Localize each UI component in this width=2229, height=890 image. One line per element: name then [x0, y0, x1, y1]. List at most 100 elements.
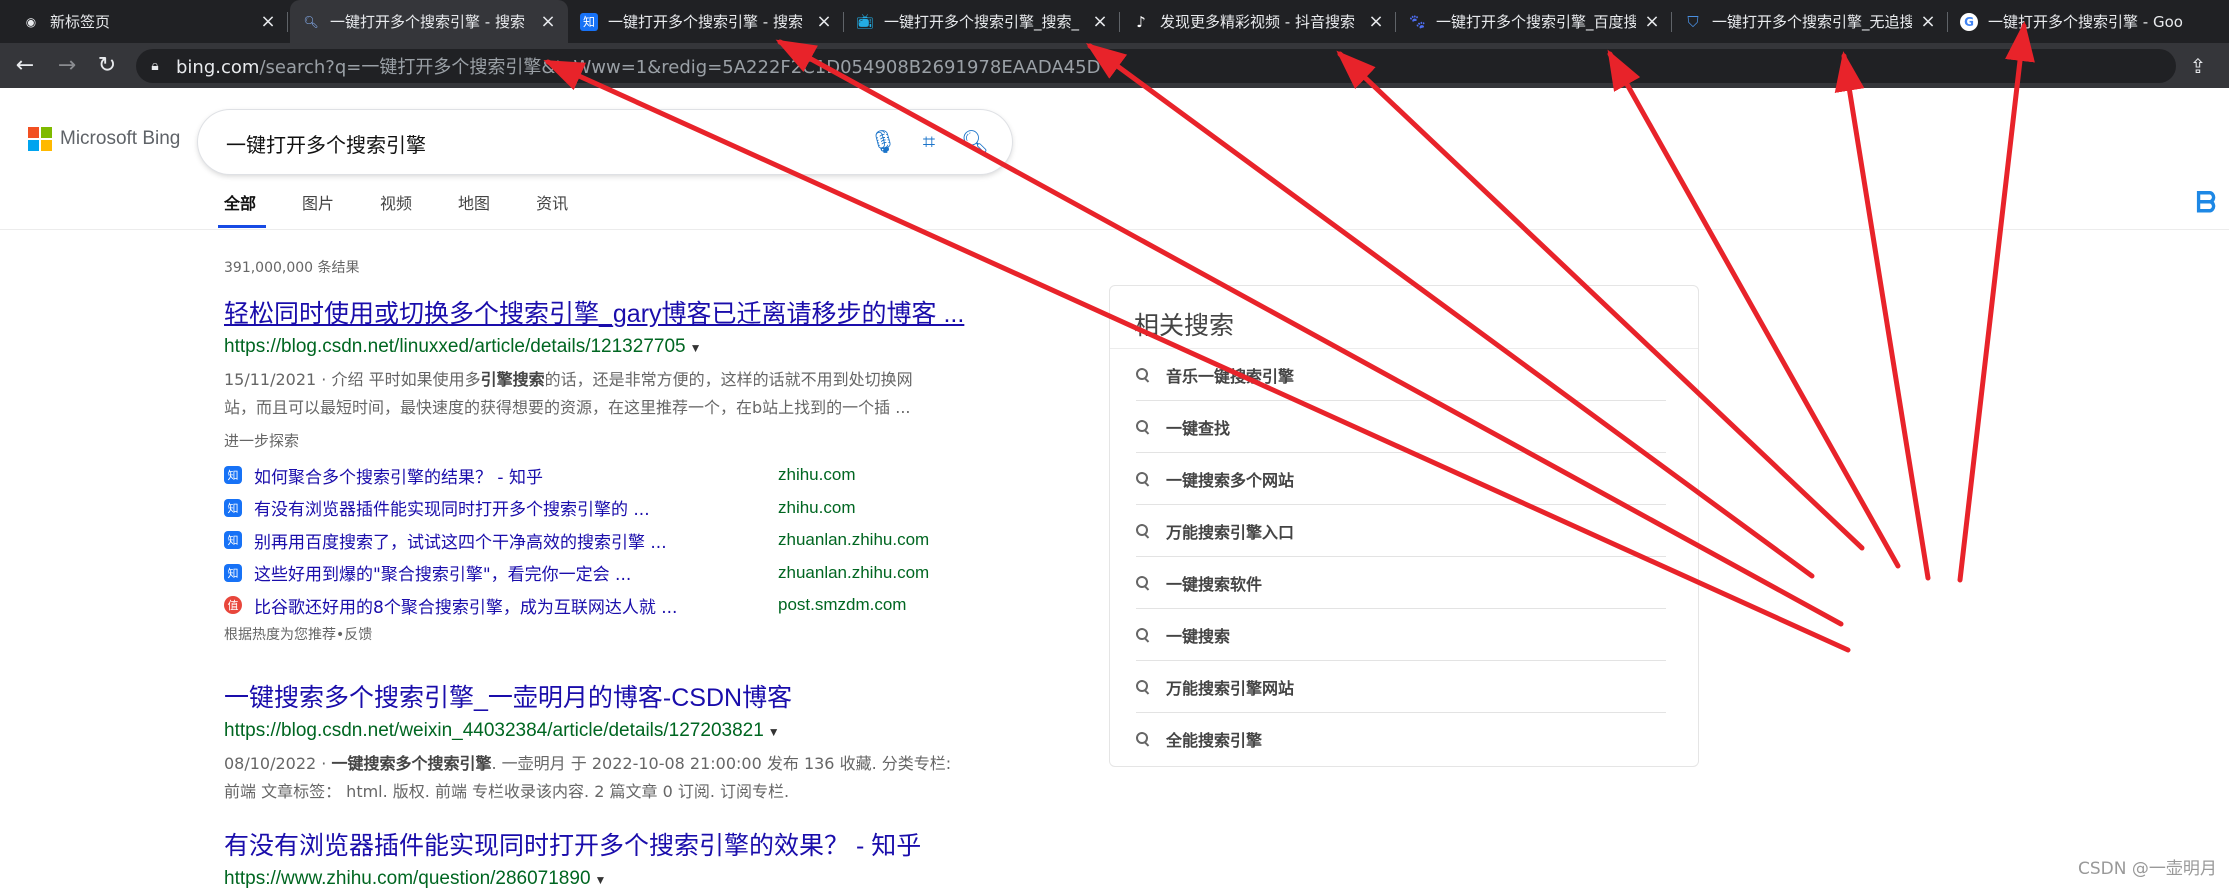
- tab-google[interactable]: G 一键打开多个搜索引擎 - Goo: [1948, 0, 2229, 43]
- douyin-icon: ♪: [1136, 12, 1146, 31]
- tab-wuzhui[interactable]: ⛉ 一键打开多个搜索引擎_无追搜 ×: [1672, 0, 1948, 43]
- explore-item[interactable]: 值 比谷歌还好用的8个聚合搜索引擎，成为互联网达人就 ... post.smzd…: [224, 589, 984, 622]
- search-icon: [1136, 628, 1150, 642]
- tab-label: 一键打开多个搜索引擎_搜索_: [884, 13, 1080, 31]
- search-icon: [1136, 472, 1150, 486]
- address-bar[interactable]: 🔒︎ bing.com/search?q=一键打开多个搜索引擎&toWww=1&…: [136, 49, 2176, 83]
- result-url[interactable]: https://www.zhihu.com/question/286071890…: [224, 868, 984, 890]
- explore-heading: 进一步探索: [224, 432, 300, 450]
- related-item-label: 一键搜索软件: [1166, 575, 1263, 594]
- search-icon[interactable]: 🔍︎: [960, 128, 990, 158]
- related-item-label: 全能搜索引擎: [1166, 731, 1263, 750]
- close-icon[interactable]: ×: [1918, 11, 1938, 32]
- url-text: bing.com/search?q=一键打开多个搜索引擎&toWww=1&red…: [176, 53, 1100, 79]
- close-icon[interactable]: ×: [1090, 11, 1110, 32]
- related-item[interactable]: 全能搜索引擎: [1136, 713, 1666, 765]
- related-item[interactable]: 一键搜索多个网站: [1136, 453, 1666, 505]
- tab-videos[interactable]: 视频: [380, 190, 412, 228]
- tab-news[interactable]: 资讯: [536, 190, 568, 228]
- explore-item[interactable]: 知 别再用百度搜索了，试试这四个干净高效的搜索引擎 ... zhuanlan.z…: [224, 524, 984, 557]
- tab-label: 一键打开多个搜索引擎 - Goo: [1988, 13, 2183, 31]
- snippet-text: 08/10/2022 ·: [224, 754, 332, 773]
- explore-item-domain: zhuanlan.zhihu.com: [778, 530, 930, 550]
- result-title-link[interactable]: 一键搜索多个搜索引擎_一壶明月的博客-CSDN博客: [224, 678, 984, 714]
- related-item[interactable]: 音乐一键搜索引擎: [1136, 349, 1666, 401]
- related-item-label: 一键搜索多个网站: [1166, 471, 1295, 490]
- tab-bilibili[interactable]: 📺︎ 一键打开多个搜索引擎_搜索_ ×: [844, 0, 1120, 43]
- search-icon: [1136, 368, 1150, 382]
- related-item[interactable]: 万能搜索引擎网站: [1136, 661, 1666, 713]
- url-host: bing.com: [176, 57, 260, 78]
- tab-bing-search[interactable]: 🔍︎ 一键打开多个搜索引擎 - 搜索 ×: [290, 0, 568, 43]
- caret-down-icon[interactable]: ▼: [690, 341, 702, 355]
- result-url[interactable]: https://blog.csdn.net/weixin_44032384/ar…: [224, 720, 984, 742]
- related-item[interactable]: 一键搜索: [1136, 609, 1666, 661]
- zhihu-icon: 知: [224, 498, 242, 517]
- search-result: 轻松同时使用或切换多个搜索引擎_gary博客已迁离请移步的博客 ... http…: [224, 294, 984, 422]
- related-item[interactable]: 一键查找: [1136, 401, 1666, 453]
- google-icon: G: [1960, 12, 1978, 31]
- explore-item[interactable]: 知 有没有浏览器插件能实现同时打开多个搜索引擎的 ... zhihu.com: [224, 492, 984, 525]
- tab-label: 新标签页: [50, 13, 111, 31]
- close-icon[interactable]: ×: [538, 11, 558, 32]
- microsoft-logo-icon: [28, 127, 52, 151]
- tab-label: 一键打开多个搜索引擎 - 搜索: [330, 13, 525, 31]
- close-icon[interactable]: ×: [1366, 11, 1386, 32]
- forward-icon[interactable]: →: [54, 53, 80, 79]
- visual-search-icon[interactable]: ⌗: [914, 128, 944, 158]
- explore-item[interactable]: 知 这些好用到爆的"聚合搜索引擎"，看完你一定会 ... zhuanlan.zh…: [224, 557, 984, 590]
- related-item[interactable]: 一键搜索软件: [1136, 557, 1666, 609]
- related-item-label: 万能搜索引擎网站: [1166, 679, 1295, 698]
- smzdm-icon: 值: [224, 596, 242, 615]
- explore-item-title[interactable]: 别再用百度搜索了，试试这四个干净高效的搜索引擎 ...: [254, 528, 774, 553]
- tab-zhihu[interactable]: 知 一键打开多个搜索引擎 - 搜索 ×: [568, 0, 844, 43]
- lock-icon[interactable]: 🔒︎: [144, 58, 166, 74]
- tab-maps[interactable]: 地图: [458, 190, 490, 228]
- explore-item[interactable]: 知 如何聚合多个搜索引擎的结果？ - 知乎 zhihu.com: [224, 459, 984, 492]
- related-searches-panel: 相关搜索 音乐一键搜索引擎 一键查找 一键搜索多个网站 万能搜索引擎入口 一键搜…: [1109, 285, 1699, 767]
- reload-icon[interactable]: ↻: [94, 53, 120, 79]
- search-nav-tabs: 全部 图片 视频 地图 资讯: [217, 190, 614, 228]
- result-title-link[interactable]: 有没有浏览器插件能实现同时打开多个搜索引擎的效果？ - 知乎: [224, 826, 984, 862]
- tab-images[interactable]: 图片: [302, 190, 334, 228]
- tab-baidu[interactable]: 🐾︎ 一键打开多个搜索引擎_百度搜 ×: [1396, 0, 1672, 43]
- snippet-text: . 一壶明月 于 2022-10-08 21:00:00 发布 136 收藏. …: [491, 754, 952, 773]
- explore-further: 进一步探索 知 如何聚合多个搜索引擎的结果？ - 知乎 zhihu.com 知 …: [224, 430, 984, 644]
- tab-douyin[interactable]: ♪ 发现更多精彩视频 - 抖音搜索 ×: [1120, 0, 1396, 43]
- copilot-icon[interactable]: ᗷ: [2196, 186, 2220, 219]
- share-icon[interactable]: ⇪: [2185, 53, 2211, 79]
- logo-text: Microsoft Bing: [60, 128, 181, 149]
- related-item-label: 一键搜索: [1166, 627, 1231, 646]
- back-icon[interactable]: ←: [12, 53, 38, 79]
- search-input[interactable]: [224, 126, 828, 160]
- result-url[interactable]: https://blog.csdn.net/linuxxed/article/d…: [224, 336, 984, 358]
- related-item-label: 音乐一键搜索引擎: [1166, 367, 1295, 386]
- chrome-icon: ◉: [25, 14, 37, 29]
- tab-all[interactable]: 全部: [217, 190, 267, 228]
- explore-item-title[interactable]: 如何聚合多个搜索引擎的结果？ - 知乎: [254, 463, 774, 488]
- explore-item-domain: post.smzdm.com: [778, 595, 907, 615]
- tab-label: 一键打开多个搜索引擎_无追搜: [1712, 13, 1912, 31]
- search-icon: [1136, 524, 1150, 538]
- search-icon: [1136, 680, 1150, 694]
- result-title-link[interactable]: 轻松同时使用或切换多个搜索引擎_gary博客已迁离请移步的博客 ...: [224, 294, 984, 330]
- microphone-icon[interactable]: 🎙︎: [868, 128, 898, 158]
- caret-down-icon[interactable]: ▼: [595, 873, 607, 887]
- explore-item-title[interactable]: 比谷歌还好用的8个聚合搜索引擎，成为互联网达人就 ...: [254, 593, 774, 618]
- snippet-highlight: 引擎搜索: [480, 370, 545, 389]
- close-icon[interactable]: ×: [1642, 11, 1662, 32]
- tab-new-tab[interactable]: ◉ 新标签页 ×: [10, 0, 288, 43]
- explore-item-title[interactable]: 有没有浏览器插件能实现同时打开多个搜索引擎的 ...: [254, 495, 774, 520]
- related-item[interactable]: 万能搜索引擎入口: [1136, 505, 1666, 557]
- result-snippet: 08/10/2022 · 一键搜索多个搜索引擎. 一壶明月 于 2022-10-…: [224, 750, 984, 806]
- bing-logo[interactable]: Microsoft Bing: [28, 127, 180, 151]
- caret-down-icon[interactable]: ▼: [768, 725, 780, 739]
- close-icon[interactable]: ×: [258, 11, 278, 32]
- result-count: 391,000,000 条结果: [224, 260, 360, 276]
- close-icon[interactable]: ×: [814, 11, 834, 32]
- explore-feedback[interactable]: 根据热度为您推荐•反馈: [224, 624, 984, 644]
- explore-item-title[interactable]: 这些好用到爆的"聚合搜索引擎"，看完你一定会 ...: [254, 560, 774, 585]
- shield-icon: ⛉: [1687, 12, 1699, 31]
- tab-label: 发现更多精彩视频 - 抖音搜索: [1160, 13, 1355, 31]
- tab-label: 一键打开多个搜索引擎_百度搜: [1436, 13, 1636, 31]
